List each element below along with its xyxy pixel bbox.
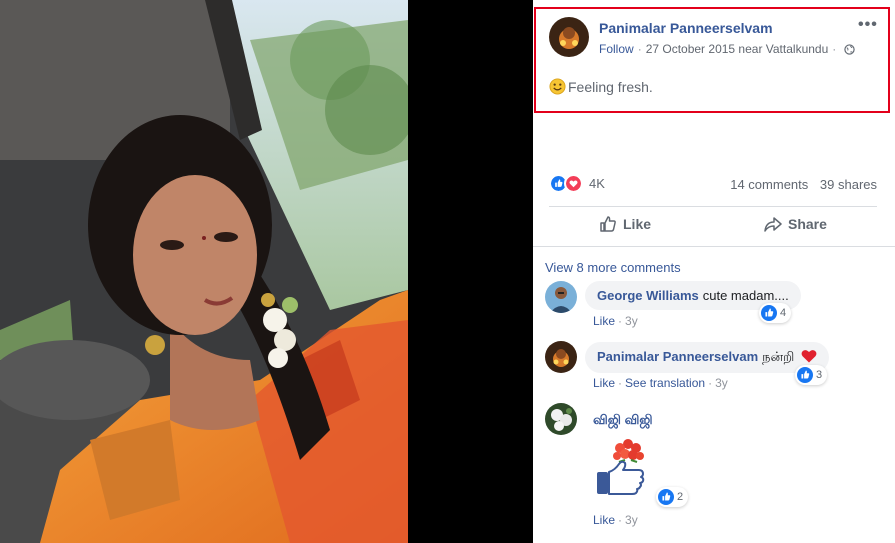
red-heart-icon xyxy=(801,350,817,363)
commenter-avatar[interactable] xyxy=(545,341,577,373)
comment-actions: Like · 3y xyxy=(593,513,638,527)
comment-action-separator: · xyxy=(618,314,623,328)
comment-like-link[interactable]: Like xyxy=(593,314,615,328)
meta-separator: · xyxy=(637,42,642,56)
post-meta: Follow · 27 October 2015 near Vattalkund… xyxy=(599,42,855,56)
comment-actions: Like · 3y xyxy=(593,314,638,328)
share-button[interactable]: Share xyxy=(764,215,827,233)
comment-like-link[interactable]: Like xyxy=(593,513,615,527)
shares-count[interactable]: 39 shares xyxy=(820,177,877,192)
comment-age[interactable]: 3y xyxy=(625,314,638,328)
post-date[interactable]: 27 October 2015 near Vattalkundu xyxy=(646,42,829,56)
follow-link[interactable]: Follow xyxy=(599,42,634,56)
status-label: Feeling fresh. xyxy=(568,78,653,95)
see-translation-link[interactable]: See translation xyxy=(625,376,705,390)
comment-reaction-badge[interactable]: 3 xyxy=(795,365,828,385)
commenter-name[interactable]: விஜி விஜி xyxy=(593,412,653,429)
engagement-counts: 14 comments 39 shares xyxy=(730,177,877,192)
comment-reaction-count: 2 xyxy=(677,491,684,503)
smiley-icon xyxy=(549,78,566,95)
post-photo[interactable] xyxy=(0,0,408,543)
reactions-summary[interactable]: 4K xyxy=(549,174,605,193)
commenter-avatar[interactable] xyxy=(545,281,577,313)
comment-reaction-count: 3 xyxy=(816,369,823,381)
comment-bubble: Panimalar Panneerselvam நன்றி xyxy=(585,342,829,373)
like-reaction-icon xyxy=(797,367,813,383)
commenter-name[interactable]: Panimalar Panneerselvam xyxy=(597,349,758,364)
divider xyxy=(533,246,895,247)
comment-action-separator: · xyxy=(618,376,623,390)
author-name[interactable]: Panimalar Panneerselvam xyxy=(599,20,773,36)
commenter-name[interactable]: George Williams xyxy=(597,288,699,303)
reaction-count: 4K xyxy=(589,176,605,191)
comment-action-separator: · xyxy=(618,513,623,527)
meta-separator: · xyxy=(832,42,837,56)
comment-text: cute madam.... xyxy=(702,288,789,303)
comment-reaction-badge[interactable]: 4 xyxy=(759,303,792,323)
comment-reaction-count: 4 xyxy=(780,307,787,319)
comment-actions: Like · See translation · 3y xyxy=(593,376,728,390)
share-label: Share xyxy=(788,216,827,232)
comment-action-separator: · xyxy=(708,376,713,390)
share-icon xyxy=(764,217,782,232)
photo-image xyxy=(0,0,408,543)
like-label: Like xyxy=(623,216,652,232)
divider xyxy=(549,206,877,207)
comment-reaction-badge[interactable]: 2 xyxy=(656,487,689,507)
comment-like-link[interactable]: Like xyxy=(593,376,615,390)
author-avatar[interactable] xyxy=(549,17,589,57)
view-more-comments-link[interactable]: View 8 more comments xyxy=(545,260,681,275)
globe-icon[interactable] xyxy=(844,43,855,55)
like-reaction-icon xyxy=(658,489,674,505)
post-viewer: Panimalar Panneerselvam Follow · 27 Octo… xyxy=(0,0,895,543)
comments-count[interactable]: 14 comments xyxy=(730,177,808,192)
love-reaction-icon xyxy=(564,174,583,193)
comment-age[interactable]: 3y xyxy=(625,513,638,527)
like-reaction-icon xyxy=(761,305,777,321)
comment-text: நன்றி xyxy=(762,349,795,364)
more-options-icon[interactable]: ••• xyxy=(858,16,878,34)
post-panel: Panimalar Panneerselvam Follow · 27 Octo… xyxy=(533,0,895,543)
like-button[interactable]: Like xyxy=(599,215,651,233)
commenter-avatar[interactable] xyxy=(545,403,577,435)
flowers-thumbs-up-sticker[interactable] xyxy=(595,434,661,500)
thumbs-up-icon xyxy=(600,216,616,232)
status-text: Feeling fresh. xyxy=(549,78,653,95)
comment-age[interactable]: 3y xyxy=(715,376,728,390)
